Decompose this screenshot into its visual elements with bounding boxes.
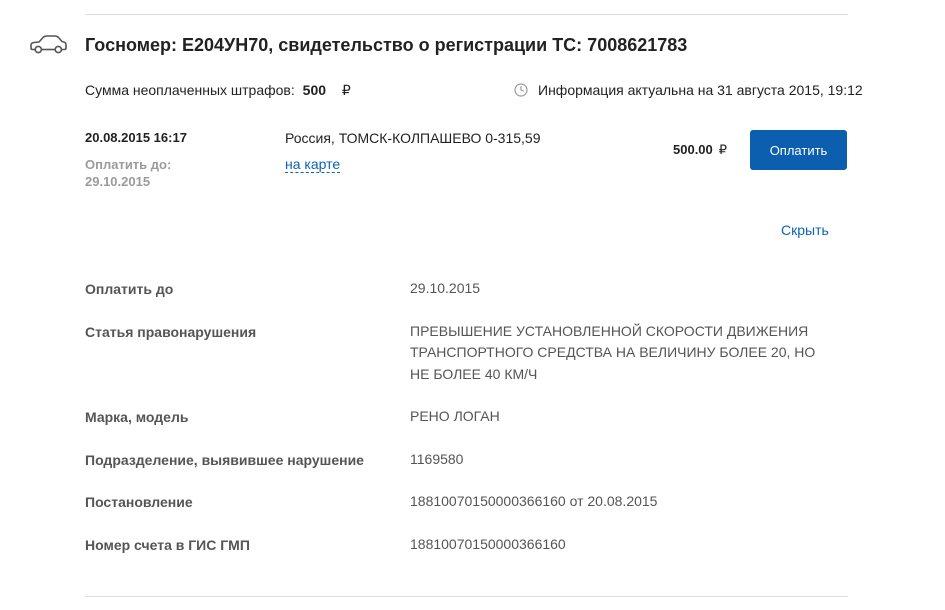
detail-row-pay-until: Оплатить до 29.10.2015 xyxy=(85,280,845,300)
map-link[interactable]: на карте xyxy=(285,156,341,173)
detail-label: Марка, модель xyxy=(85,409,189,425)
bottom-divider xyxy=(85,596,848,597)
page-title: Госномер: Е204УН70, свидетельство о реги… xyxy=(85,35,688,55)
fine-amount-value: 500.00 xyxy=(673,142,713,157)
detail-row-resolution: Постановление 18810070150000366160 от 20… xyxy=(85,493,845,513)
detail-row-car-model: Марка, модель РЕНО ЛОГАН xyxy=(85,408,845,428)
unpaid-fines-sum: Сумма неоплаченных штрафов: 500 ₽ xyxy=(85,82,351,99)
detail-label: Статья правонарушения xyxy=(85,323,257,340)
detail-label: Оплатить до xyxy=(85,281,174,297)
fine-amount: 500.00 ₽ xyxy=(673,142,727,158)
ruble-sign: ₽ xyxy=(341,82,351,98)
detail-label: Подразделение, выявившее нарушение xyxy=(85,451,364,468)
unpaid-fines-amount: 500 xyxy=(302,82,327,98)
detail-row-division: Подразделение, выявившее нарушение 11695… xyxy=(85,451,845,471)
car-icon xyxy=(30,35,67,54)
detail-value: ПРЕВЫШЕНИЕ УСТАНОВЛЕННОЙ СКОРОСТИ ДВИЖЕН… xyxy=(410,322,816,382)
clock-icon xyxy=(514,83,528,97)
ruble-sign: ₽ xyxy=(718,142,728,157)
detail-label: Постановление xyxy=(85,494,193,510)
detail-value: РЕНО ЛОГАН xyxy=(410,408,500,424)
fine-pay-until: Оплатить до: 29.10.2015 xyxy=(85,157,172,189)
fine-datetime: 20.08.2015 16:17 xyxy=(85,130,187,145)
unpaid-fines-label: Сумма неоплаченных штрафов: xyxy=(85,82,295,98)
detail-label: Номер счета в ГИС ГМП xyxy=(85,536,250,553)
info-actual-date: Информация актуальна на 31 августа 2015,… xyxy=(538,82,863,98)
top-divider xyxy=(85,14,848,15)
fine-location: Россия, ТОМСК-КОЛПАШЕВО 0-315,59 xyxy=(285,130,541,146)
detail-row-violation-article: Статья правонарушения ПРЕВЫШЕНИЕ УСТАНОВ… xyxy=(85,323,845,386)
hide-details-link[interactable]: Скрыть xyxy=(781,222,829,238)
detail-value: 29.10.2015 xyxy=(410,280,481,296)
detail-row-gis-account: Номер счета в ГИС ГМП 188100701500003661… xyxy=(85,536,845,556)
detail-value: 18810070150000366160 от 20.08.2015 xyxy=(410,493,658,509)
pay-button[interactable]: Оплатить xyxy=(750,130,847,170)
detail-value: 18810070150000366160 xyxy=(410,535,566,552)
fine-details-list: Оплатить до 29.10.2015 Статья правонаруш… xyxy=(85,280,845,578)
detail-value: 1169580 xyxy=(410,450,464,467)
